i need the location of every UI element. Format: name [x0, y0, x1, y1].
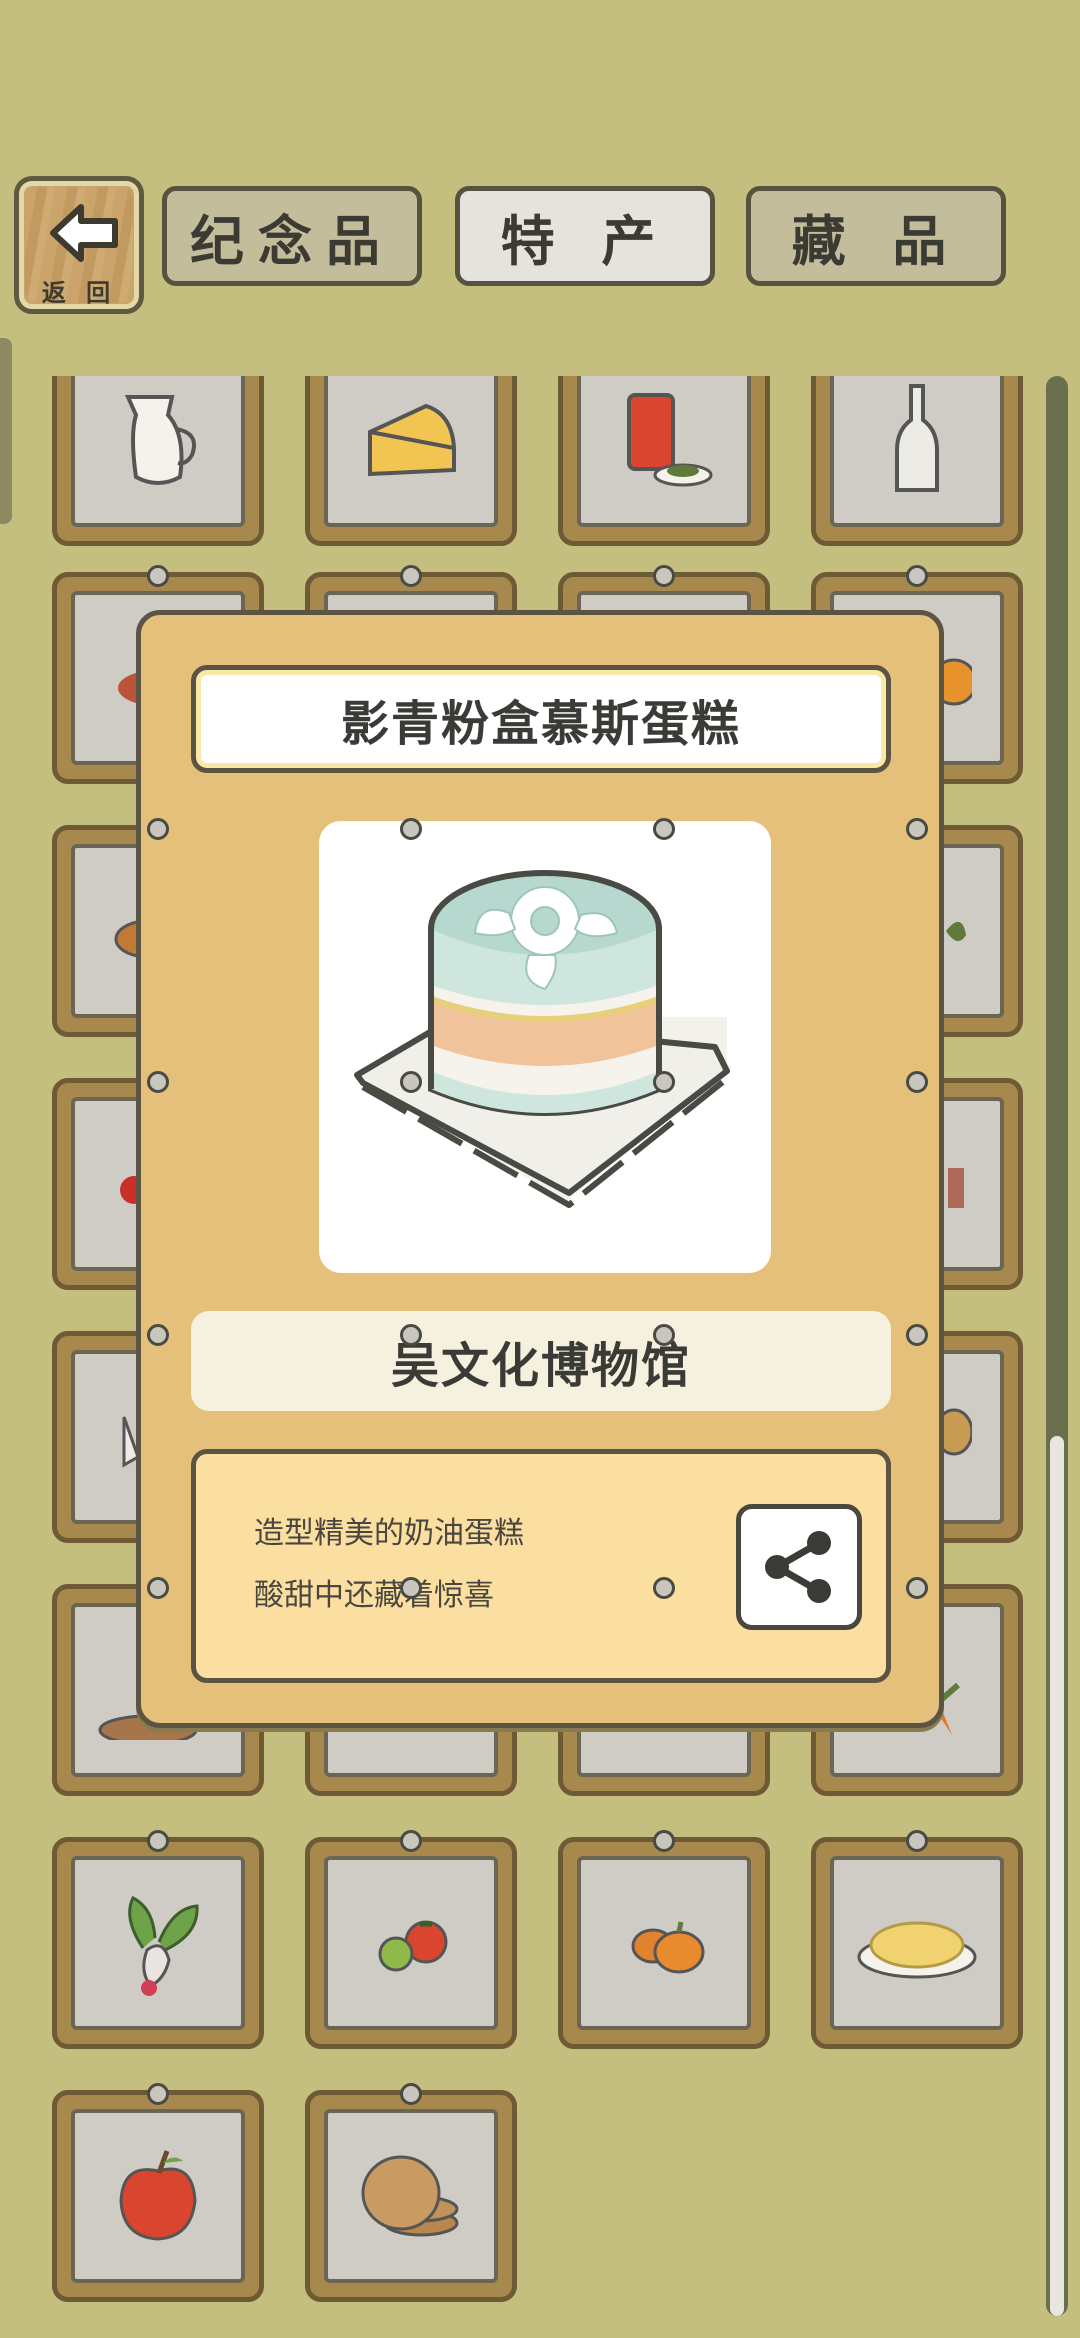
tomatoes-icon [378, 1920, 448, 1972]
item-image [319, 821, 771, 1273]
back-button[interactable]: 返 回 [14, 176, 144, 314]
tea-tin-icon [627, 393, 713, 487]
grid-cell[interactable] [558, 1830, 770, 2049]
share-icon [765, 1531, 831, 1603]
grid-cell[interactable] [52, 2083, 264, 2302]
back-label: 返 回 [41, 279, 117, 307]
item-description-box: 造型精美的奶油蛋糕 酸甜中还藏着惊喜 [191, 1449, 891, 1683]
item-detail-popup: 影青粉盒慕斯蛋糕 吴文化博物馆 造型精美的奶油蛋糕 酸甜中还藏着惊喜 [136, 610, 944, 1728]
mousse-cake-icon [354, 870, 731, 1208]
grid-cell[interactable] [811, 376, 1023, 546]
grid-cell[interactable] [52, 1830, 264, 2049]
tab-collections[interactable]: 藏 品 [746, 186, 1006, 286]
grid-cell[interactable] [558, 376, 770, 546]
glass-bottle-icon [895, 384, 939, 492]
pumpkins-icon [631, 1921, 705, 1974]
description-line: 酸甜中还藏着惊喜 [254, 1578, 494, 1613]
cheese-icon [368, 403, 456, 477]
tab-souvenirs[interactable]: 纪念品 [162, 186, 422, 286]
grid-cell[interactable] [52, 376, 264, 546]
description-line: 造型精美的奶油蛋糕 [254, 1516, 524, 1551]
radish-icon [128, 1895, 199, 1996]
scrollbar-thumb[interactable] [1050, 1436, 1064, 2316]
item-title: 影青粉盒慕斯蛋糕 [191, 665, 891, 773]
item-location: 吴文化博物馆 [191, 1311, 891, 1411]
apple-icon [119, 2150, 197, 2241]
grid-cell[interactable] [305, 1830, 517, 2049]
tab-specialties[interactable]: 特 产 [455, 186, 715, 286]
grid-cell[interactable] [305, 2083, 517, 2302]
noodles-plate-icon [857, 1921, 977, 1979]
arrow-left-icon [50, 204, 118, 262]
grid-cell[interactable] [305, 376, 517, 546]
pancakes-icon [361, 2155, 459, 2237]
grid-cell[interactable] [811, 1830, 1023, 2049]
milk-jug-icon [124, 395, 196, 485]
share-button[interactable] [736, 1504, 862, 1630]
